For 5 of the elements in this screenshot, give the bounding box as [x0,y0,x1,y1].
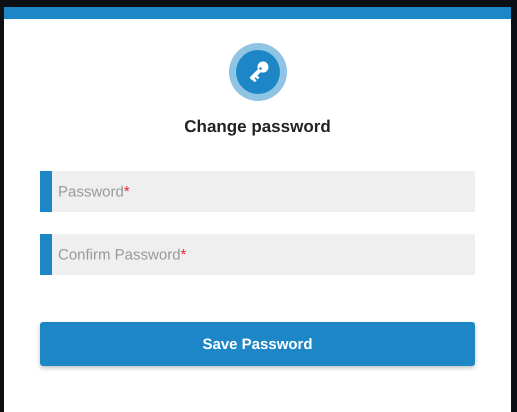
save-password-button[interactable]: Save Password [40,322,475,366]
password-field[interactable]: Password* [40,171,475,212]
dialog-title: Change password [184,117,331,137]
key-icon [228,43,286,101]
password-field[interactable]: Confirm Password* [40,234,475,275]
